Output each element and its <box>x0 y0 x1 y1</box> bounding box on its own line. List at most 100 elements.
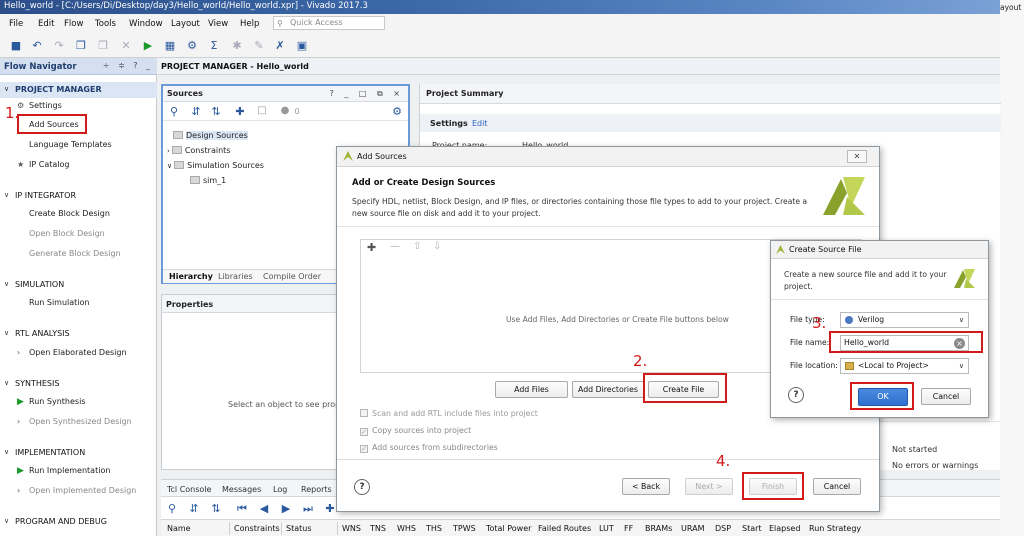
col-tns[interactable]: TNS <box>370 524 386 533</box>
tab-messages[interactable]: Messages <box>222 485 261 494</box>
menu-tools[interactable]: Tools <box>95 19 116 29</box>
copy-icon[interactable]: ❐ <box>74 39 88 53</box>
col-dsp[interactable]: DSP <box>715 524 731 533</box>
document-icon[interactable]: □ <box>256 105 268 116</box>
delete-icon[interactable]: ✕ <box>119 39 133 53</box>
nav-open-elaborated-design[interactable]: › Open Elaborated Design <box>17 348 127 357</box>
collapse-all-icon[interactable]: ⇵ <box>190 105 202 118</box>
program-device-icon[interactable]: ▦ <box>163 39 177 53</box>
add-source-icon[interactable]: ✚ <box>234 105 246 118</box>
create-source-cancel-button[interactable]: Cancel <box>921 388 971 405</box>
col-lut[interactable]: LUT <box>599 524 614 533</box>
copy-sources-checkbox[interactable]: ✓ Copy sources into project <box>360 426 471 436</box>
col-brams[interactable]: BRAMs <box>645 524 672 533</box>
help-icon[interactable]: ? <box>354 479 370 495</box>
file-type-select[interactable]: Verilog ∨ <box>840 312 969 328</box>
menu-window[interactable]: Window <box>129 19 163 29</box>
col-uram[interactable]: URAM <box>681 524 704 533</box>
add-files-button[interactable]: Add Files <box>495 381 568 398</box>
tab-libraries[interactable]: Libraries <box>218 272 253 281</box>
nav-open-block-design[interactable]: Open Block Design <box>29 229 105 238</box>
cancel-button[interactable]: Cancel <box>813 478 861 495</box>
add-icon[interactable]: ✚ <box>324 502 336 515</box>
tab-compile-order[interactable]: Compile Order <box>263 272 321 281</box>
menu-layout[interactable]: Layout <box>171 19 200 29</box>
search-icon[interactable]: ⚲ <box>168 105 180 118</box>
add-subdirectories-checkbox[interactable]: ✓ Add sources from subdirectories <box>360 443 498 453</box>
nav-language-templates[interactable]: Language Templates <box>29 140 112 149</box>
move-down-icon[interactable]: ⇩ <box>433 241 441 252</box>
open-project-icon[interactable]: ■ <box>9 39 23 53</box>
paste-icon[interactable]: ❐ <box>96 39 110 53</box>
col-elapsed[interactable]: Elapsed <box>769 524 800 533</box>
col-constraints[interactable]: Constraints <box>234 524 280 533</box>
last-icon[interactable]: ⏭ <box>302 502 314 516</box>
col-status[interactable]: Status <box>286 524 312 533</box>
nav-run-implementation[interactable]: ▶ Run Implementation <box>17 466 110 476</box>
undo-icon[interactable]: ↶ <box>30 39 44 53</box>
next-icon[interactable]: ▶ <box>280 502 292 515</box>
col-total-power[interactable]: Total Power <box>486 524 531 533</box>
pencil-icon[interactable]: ✎ <box>252 39 266 53</box>
close-icon[interactable]: ✕ <box>847 150 867 163</box>
nav-settings[interactable]: ⚙ Settings <box>17 101 62 110</box>
edit-link[interactable]: Edit <box>472 119 488 128</box>
scan-rtl-checkbox[interactable]: Scan and add RTL include files into proj… <box>360 409 538 418</box>
add-icon[interactable]: ✚ <box>367 241 376 254</box>
nav-run-simulation[interactable]: Run Simulation <box>29 298 90 307</box>
col-start[interactable]: Start <box>742 524 762 533</box>
menu-view[interactable]: View <box>208 19 228 29</box>
menu-edit[interactable]: Edit <box>38 19 54 29</box>
layout-icon[interactable]: ▣ <box>295 39 309 53</box>
add-directories-button[interactable]: Add Directories <box>572 381 644 398</box>
col-whs[interactable]: WHS <box>397 524 416 533</box>
redo-icon[interactable]: ↷ <box>52 39 66 53</box>
flow-navigator-controls[interactable]: ÷ ≑ ? _ <box>103 61 153 70</box>
settings-gear-icon[interactable]: ⚙ <box>185 39 199 53</box>
search-icon[interactable]: ⚲ <box>166 502 178 515</box>
back-button[interactable]: < Back <box>622 478 670 495</box>
tree-design-sources[interactable]: Design Sources <box>173 131 248 140</box>
nav-open-implemented-design[interactable]: › Open Implemented Design <box>17 486 136 495</box>
cross-tools-icon[interactable]: ✗ <box>273 39 287 53</box>
move-up-icon[interactable]: ⇧ <box>413 241 421 252</box>
first-icon[interactable]: ⏮ <box>236 502 248 516</box>
sigma-report-icon[interactable]: Σ <box>207 39 221 53</box>
tab-reports[interactable]: Reports <box>301 485 332 494</box>
menu-flow[interactable]: Flow <box>64 19 83 29</box>
col-name[interactable]: Name <box>167 524 191 533</box>
file-location-select[interactable]: <Local to Project> ∨ <box>840 358 969 374</box>
gear-icon[interactable]: ⚙ <box>391 105 403 118</box>
help-icon[interactable]: ? <box>788 387 804 403</box>
tree-constraints[interactable]: › Constraints <box>167 146 230 155</box>
nav-ip-catalog[interactable]: ★ IP Catalog <box>17 160 69 169</box>
sources-window-controls[interactable]: ? _ □ ⧉ × <box>330 89 404 99</box>
section-project-manager[interactable]: ∨ PROJECT MANAGER <box>0 82 157 98</box>
nav-create-block-design[interactable]: Create Block Design <box>29 209 110 218</box>
quick-access-box[interactable]: ⚲ Quick Access <box>273 16 385 30</box>
col-failed-routes[interactable]: Failed Routes <box>538 524 591 533</box>
col-ths[interactable]: THS <box>426 524 442 533</box>
tab-log[interactable]: Log <box>273 485 287 494</box>
menu-help[interactable]: Help <box>240 19 259 29</box>
col-run-strategy[interactable]: Run Strategy <box>809 524 861 533</box>
nav-open-synthesized-design[interactable]: › Open Synthesized Design <box>17 417 132 426</box>
tab-tcl-console[interactable]: Tcl Console <box>167 485 211 494</box>
col-wns[interactable]: WNS <box>342 524 361 533</box>
next-button[interactable]: Next > <box>685 478 733 495</box>
expand-all-icon[interactable]: ⇅ <box>210 105 222 118</box>
collapse-all-icon[interactable]: ⇵ <box>188 502 200 515</box>
col-tpws[interactable]: TPWS <box>453 524 476 533</box>
col-ff[interactable]: FF <box>624 524 633 533</box>
nav-generate-block-design[interactable]: Generate Block Design <box>29 249 121 258</box>
menu-file[interactable]: File <box>9 19 23 29</box>
expand-all-icon[interactable]: ⇅ <box>210 502 222 515</box>
run-icon[interactable]: ▶ <box>141 39 155 53</box>
tab-hierarchy[interactable]: Hierarchy <box>169 272 213 281</box>
remove-icon[interactable]: — <box>390 241 400 252</box>
tree-sim-1[interactable]: sim_1 <box>190 176 226 185</box>
nav-run-synthesis[interactable]: ▶ Run Synthesis <box>17 397 85 407</box>
previous-icon[interactable]: ◀ <box>258 502 270 515</box>
tree-simulation-sources[interactable]: ∨ Simulation Sources <box>167 161 264 170</box>
tools-icon[interactable]: ✱ <box>230 39 244 53</box>
